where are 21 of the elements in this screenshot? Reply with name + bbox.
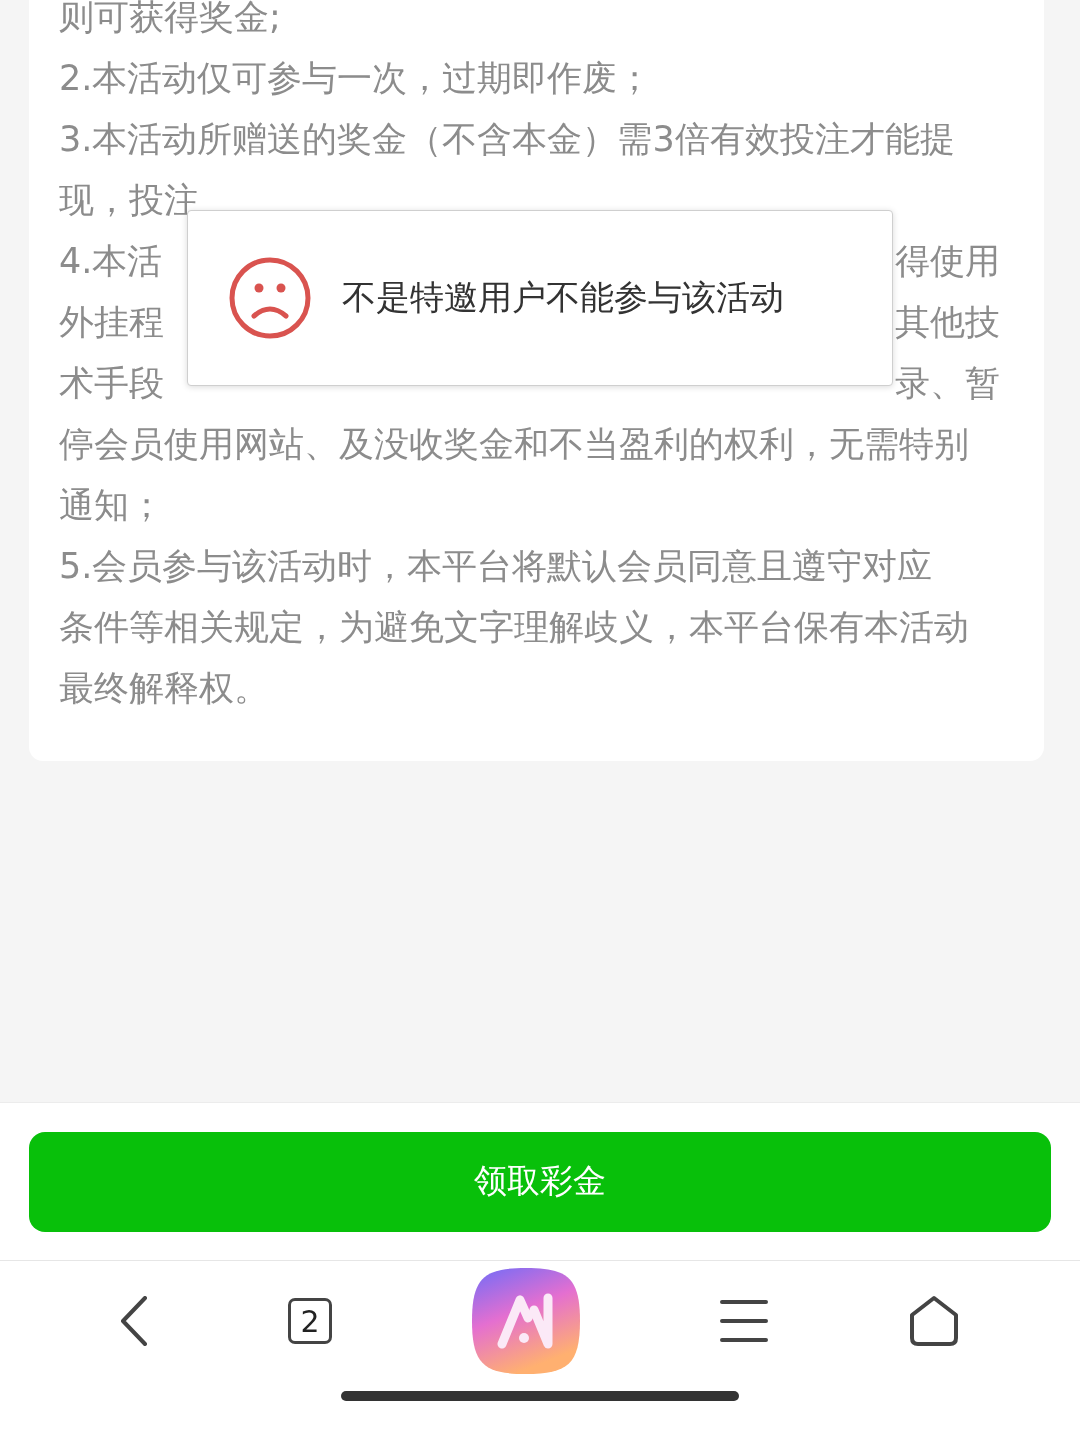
home-icon[interactable] (908, 1295, 960, 1347)
rule-text: 其他技 (895, 301, 1000, 344)
rule-text: 术手段 (59, 362, 164, 405)
rule-text: 得使用 (895, 240, 1000, 283)
toast-message: 不是特邀用户不能参与该活动 (342, 276, 784, 319)
rule-text: 通知； (59, 484, 165, 527)
rule-text: 停会员使用网站、及没收奖金和不当盈利的权利，无需特别 (59, 423, 970, 466)
rule-text: 录、暂 (895, 362, 1000, 405)
sad-face-icon (228, 256, 312, 340)
app-logo-icon[interactable] (472, 1268, 580, 1374)
back-icon[interactable] (120, 1296, 148, 1346)
rule-text: 最终解释权。 (59, 667, 270, 710)
tabs-button[interactable]: 2 (288, 1298, 332, 1344)
rule-text: 5.会员参与该活动时，本平台将默认会员同意且遵守对应 (59, 545, 934, 588)
rule-text: 则可获得奖金; (59, 0, 282, 39)
rule-text: 外挂程 (59, 301, 164, 344)
menu-icon[interactable] (720, 1299, 768, 1343)
rule-text: 3.本活动所赠送的奖金（不含本金）需3倍有效投注才能提 (59, 118, 956, 161)
rule-text: 条件等相关规定，为避免文字理解歧义，本平台保有本活动 (59, 606, 970, 649)
rule-text: 4.本活 (59, 240, 163, 283)
rule-text: 2.本活动仅可参与一次，过期即作废； (59, 57, 654, 100)
